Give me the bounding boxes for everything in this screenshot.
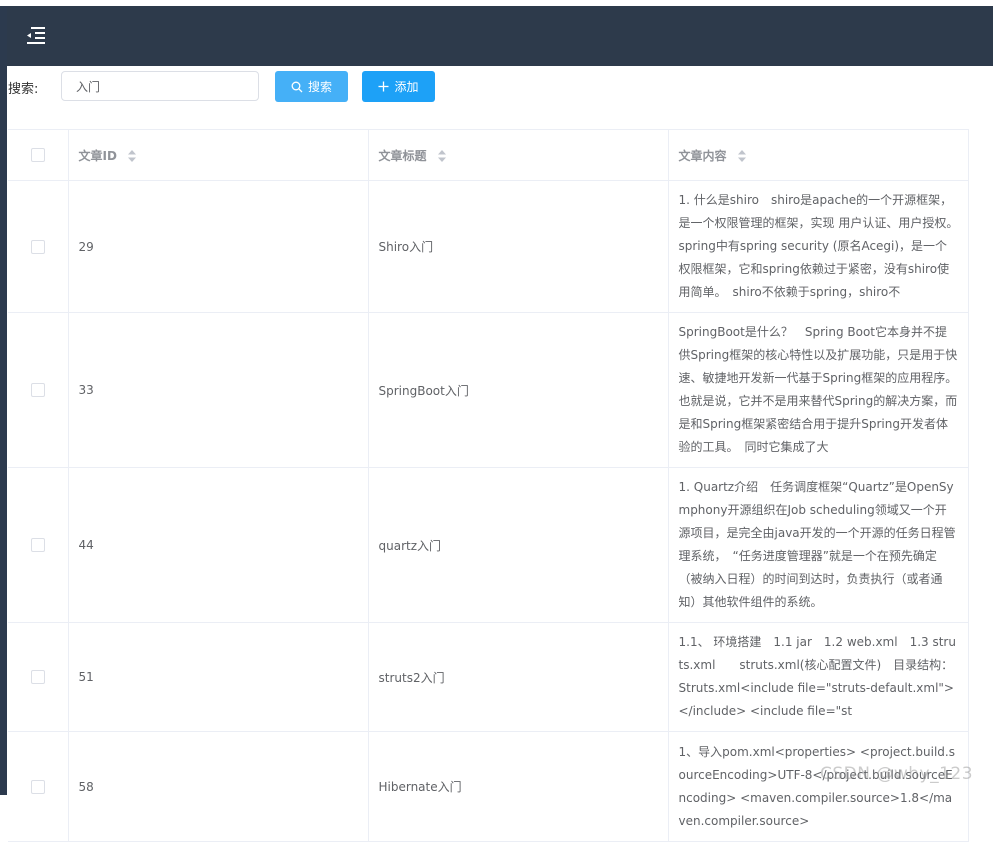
cell-content: 1.1、 环境搭建 1.1 jar 1.2 web.xml 1.3 struts… — [668, 622, 969, 732]
row-checkbox[interactable] — [30, 239, 45, 254]
header-id[interactable]: 文章ID — [68, 129, 369, 181]
article-table: 文章ID 文章标题 文章内容 29 Shiro入门 1. 什么是shiro sh… — [8, 129, 969, 842]
top-navbar — [7, 6, 993, 66]
cell-content: 1. 什么是shiro shiro是apache的一个开源框架，是一个权限管理的… — [668, 180, 969, 313]
cell-id: 51 — [68, 622, 369, 732]
cell-title: Shiro入门 — [368, 180, 669, 313]
table-row[interactable]: 33 SpringBoot入门 SpringBoot是什么？ Spring Bo… — [8, 312, 969, 468]
row-checkbox[interactable] — [30, 670, 45, 685]
row-checkbox[interactable] — [30, 538, 45, 553]
cell-title: SpringBoot入门 — [368, 312, 669, 468]
sidebar-edge — [0, 0, 7, 795]
menu-fold-icon[interactable] — [24, 25, 48, 47]
header-content[interactable]: 文章内容 — [668, 129, 969, 181]
table-row[interactable]: 58 Hibernate入门 1、导入pom.xml<properties> <… — [8, 731, 969, 842]
table-header-row: 文章ID 文章标题 文章内容 — [8, 129, 969, 181]
sort-icon[interactable] — [127, 149, 137, 163]
row-checkbox-cell — [8, 622, 69, 732]
row-checkbox-cell — [8, 467, 69, 623]
row-checkbox[interactable] — [30, 383, 45, 398]
plus-icon — [378, 81, 389, 92]
cell-id: 33 — [68, 312, 369, 468]
header-content-label: 文章内容 — [678, 148, 727, 163]
row-checkbox-cell — [8, 731, 69, 842]
search-icon — [291, 81, 303, 92]
search-label: 搜索: — [8, 82, 39, 97]
header-id-label: 文章ID — [78, 148, 117, 163]
select-all-checkbox[interactable] — [30, 148, 45, 163]
cell-title: struts2入门 — [368, 622, 669, 732]
cell-content: 1. Quartz介绍 任务调度框架“Quartz”是OpenSymphony开… — [668, 467, 969, 623]
header-title-label: 文章标题 — [378, 148, 427, 163]
row-checkbox[interactable] — [30, 779, 45, 794]
header-title[interactable]: 文章标题 — [368, 129, 669, 181]
add-button[interactable]: 添加 — [362, 71, 435, 102]
add-button-label: 添加 — [394, 80, 419, 94]
header-checkbox-cell — [8, 129, 69, 181]
row-checkbox-cell — [8, 180, 69, 313]
search-input[interactable] — [61, 71, 259, 101]
search-button[interactable]: 搜索 — [275, 71, 348, 102]
cell-title: quartz入门 — [368, 467, 669, 623]
cell-content: 1、导入pom.xml<properties> <project.build.s… — [668, 731, 969, 842]
cell-id: 58 — [68, 731, 369, 842]
cell-content: SpringBoot是什么？ Spring Boot它本身并不提供Spring框… — [668, 312, 969, 468]
table-row[interactable]: 29 Shiro入门 1. 什么是shiro shiro是apache的一个开源… — [8, 180, 969, 313]
sort-icon[interactable] — [437, 149, 447, 163]
sort-icon[interactable] — [737, 149, 747, 163]
table-row[interactable]: 51 struts2入门 1.1、 环境搭建 1.1 jar 1.2 web.x… — [8, 622, 969, 732]
row-checkbox-cell — [8, 312, 69, 468]
cell-id: 44 — [68, 467, 369, 623]
cell-id: 29 — [68, 180, 369, 313]
table-row[interactable]: 44 quartz入门 1. Quartz介绍 任务调度框架“Quartz”是O… — [8, 467, 969, 623]
watermark: CSDN @why_123 — [820, 764, 974, 784]
search-button-label: 搜索 — [307, 80, 332, 94]
cell-title: Hibernate入门 — [368, 731, 669, 842]
